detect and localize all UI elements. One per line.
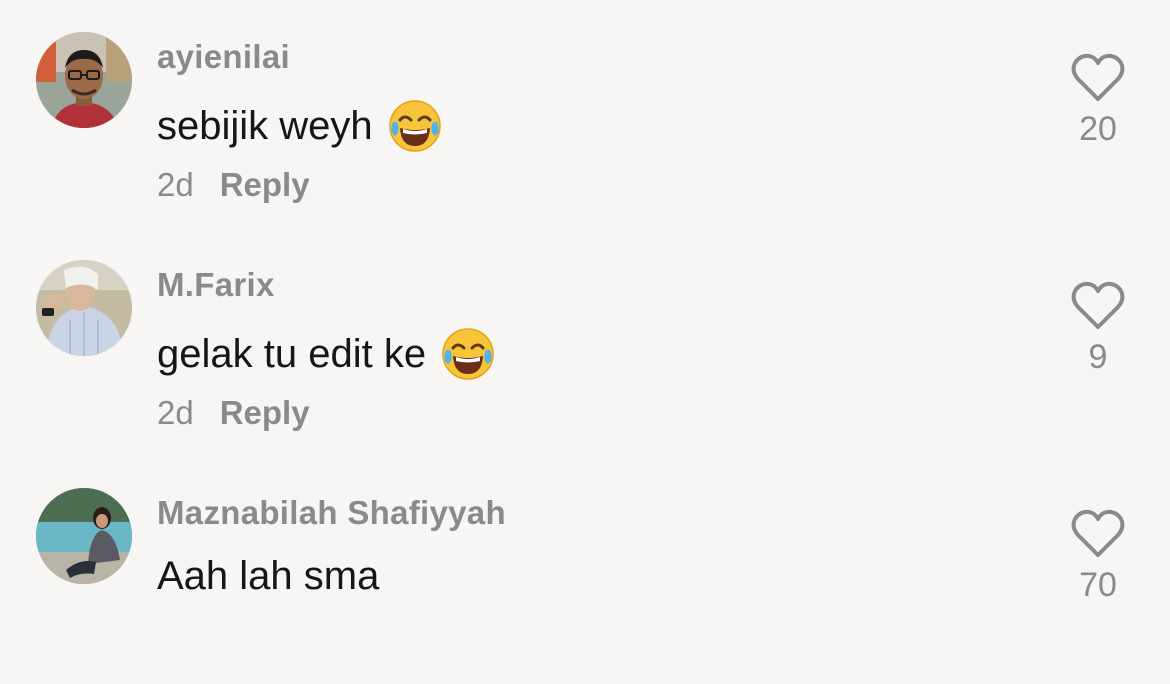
reply-button[interactable]: Reply xyxy=(220,166,310,204)
comment-username[interactable]: M.Farix xyxy=(157,266,275,304)
heart-outline-icon[interactable] xyxy=(1070,508,1126,560)
comment-body: gelak tu edit ke xyxy=(157,331,427,376)
comment-text: Aah lah sma xyxy=(157,554,379,599)
comment-text: gelak tu edit ke xyxy=(157,326,496,382)
like-block: 20 xyxy=(1066,52,1130,149)
comment-item: Maznabilah Shafiyyah Aah lah sma 70 xyxy=(0,456,1170,684)
like-count: 70 xyxy=(1079,566,1117,604)
comment-item: ayienilai sebijik weyh 2d Reply 20 xyxy=(0,0,1170,228)
like-block: 70 xyxy=(1066,508,1130,605)
comment-username[interactable]: ayienilai xyxy=(157,38,290,76)
like-count: 20 xyxy=(1079,110,1117,148)
comment-meta: 2d Reply xyxy=(157,394,310,432)
face-with-tears-of-joy-icon xyxy=(440,326,496,382)
like-block: 9 xyxy=(1066,280,1130,377)
comment-timestamp: 2d xyxy=(157,166,194,203)
comment-meta: 2d Reply xyxy=(157,166,310,204)
avatar-photo-man-glasses xyxy=(36,32,132,128)
avatar[interactable] xyxy=(36,32,132,128)
heart-outline-icon[interactable] xyxy=(1070,52,1126,104)
avatar-photo-man-white-shirt xyxy=(36,260,132,356)
comment-text: sebijik weyh xyxy=(157,98,443,154)
comment-body: Aah lah sma xyxy=(157,554,380,598)
comment-username[interactable]: Maznabilah Shafiyyah xyxy=(157,494,506,532)
comment-item: M.Farix gelak tu edit ke 2d Reply 9 xyxy=(0,228,1170,456)
comment-body: sebijik weyh xyxy=(157,103,373,148)
face-with-tears-of-joy-icon xyxy=(387,98,443,154)
like-count: 9 xyxy=(1088,338,1108,376)
reply-button[interactable]: Reply xyxy=(220,394,310,432)
heart-outline-icon[interactable] xyxy=(1070,280,1126,332)
avatar-photo-woman-pool xyxy=(36,488,132,584)
avatar[interactable] xyxy=(36,488,132,584)
avatar[interactable] xyxy=(36,260,132,356)
comment-timestamp: 2d xyxy=(157,394,194,431)
